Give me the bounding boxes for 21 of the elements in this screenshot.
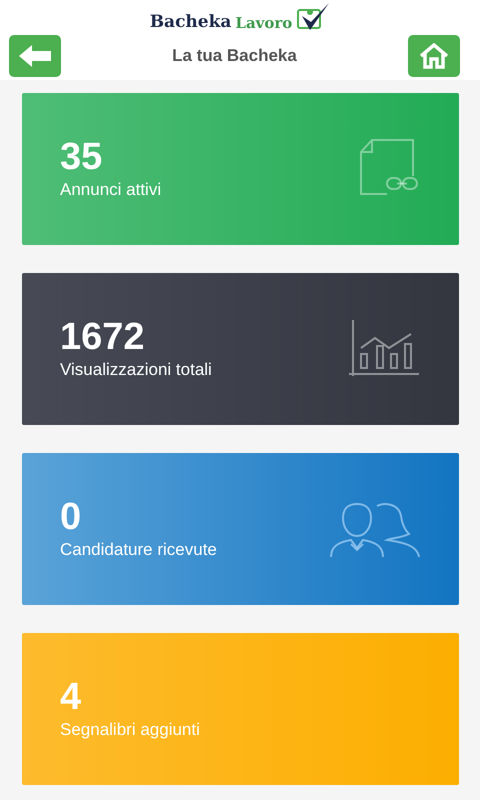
arrow-left-icon (19, 45, 51, 67)
stat-label: Visualizzazioni totali (60, 360, 212, 380)
stat-card[interactable]: 1672 Visualizzazioni totali (22, 273, 459, 425)
checkmark-icon (296, 2, 330, 32)
page-title: La tua Bacheka (172, 46, 297, 66)
stat-value: 1672 (60, 318, 146, 356)
stat-label: Candidature ricevute (60, 540, 217, 560)
logo-text: Bacheka (150, 12, 232, 32)
stat-value: 4 (60, 678, 82, 716)
stat-label: Annunci attivi (60, 180, 162, 200)
stat-value: 0 (60, 498, 82, 536)
people-icon (329, 500, 421, 558)
stat-value: 35 (60, 138, 104, 176)
stat-card[interactable]: 35 Annunci attivi (22, 93, 459, 245)
stat-card[interactable]: 4 Segnalibri aggiunti (22, 633, 459, 785)
logo-text: Lavoro (235, 14, 292, 32)
stat-label: Segnalibri aggiunti (60, 720, 200, 740)
home-button[interactable] (408, 35, 460, 77)
back-button[interactable] (9, 35, 61, 77)
home-icon (418, 43, 449, 69)
stat-card[interactable]: 0 Candidature ricevute (22, 453, 459, 605)
